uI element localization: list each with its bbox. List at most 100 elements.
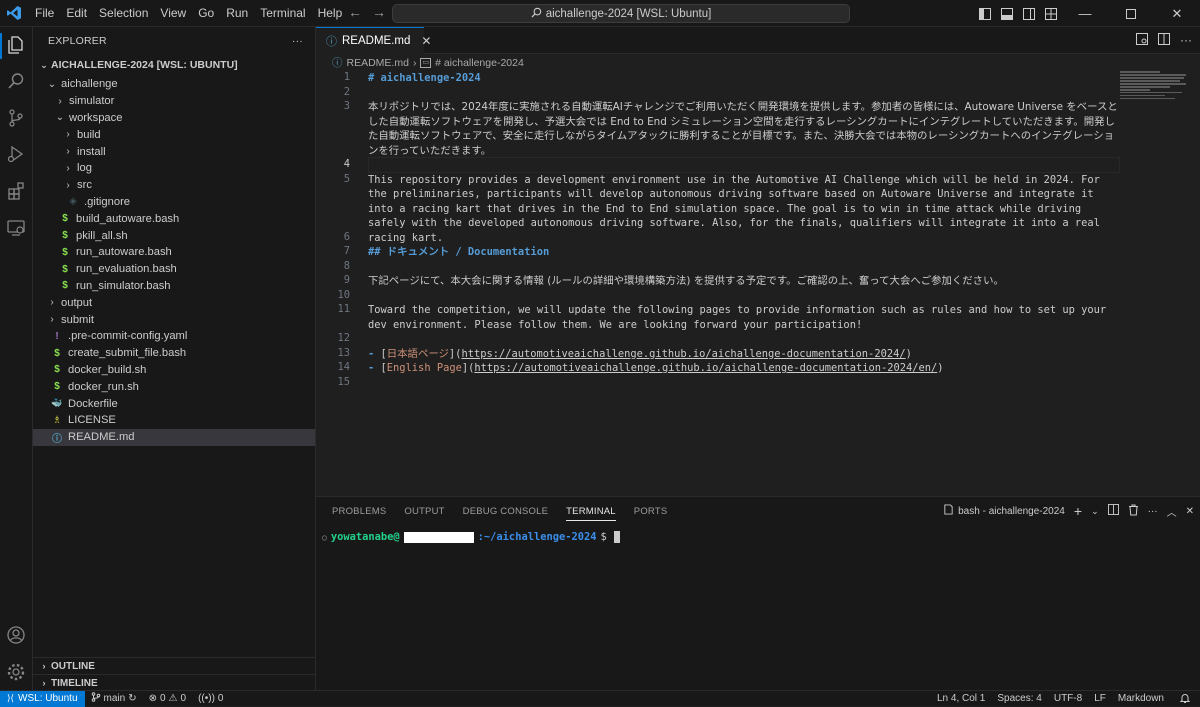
tab-output[interactable]: OUTPUT xyxy=(404,506,444,517)
workspace-root[interactable]: ⌄ AICHALLENGE-2024 [WSL: UBUNTU] xyxy=(33,54,315,76)
maximize-icon[interactable] xyxy=(1108,0,1154,27)
open-preview-icon[interactable] xyxy=(1136,33,1148,48)
tree-item-docker-run-sh[interactable]: $ docker_run.sh xyxy=(33,378,315,395)
notifications-bell-icon[interactable] xyxy=(1170,693,1200,704)
close-panel-icon[interactable]: ✕ xyxy=(1186,506,1194,517)
terminal-selector[interactable]: bash - aichallenge-2024 xyxy=(943,504,1065,518)
tree-item-label: pkill_all.sh xyxy=(76,229,128,242)
tree-item-submit[interactable]: › submit xyxy=(33,311,315,328)
chevron-down-icon[interactable]: ⌄ xyxy=(1091,506,1099,517)
more-actions-icon[interactable]: ··· xyxy=(292,35,303,47)
tree-item-src[interactable]: › src xyxy=(33,177,315,194)
search-view-icon[interactable] xyxy=(4,69,28,93)
terminal-name: bash - aichallenge-2024 xyxy=(958,505,1065,517)
tab-problems[interactable]: PROBLEMS xyxy=(332,506,386,517)
breadcrumb-symbol[interactable]: # aichallenge-2024 xyxy=(435,57,524,69)
toggle-panel-icon[interactable] xyxy=(996,7,1018,20)
menu-selection[interactable]: Selection xyxy=(93,0,154,27)
extensions-icon[interactable] xyxy=(4,179,28,203)
tree-item-build[interactable]: › build xyxy=(33,126,315,143)
tab-debug-console[interactable]: DEBUG CONSOLE xyxy=(463,506,548,517)
language-mode[interactable]: Markdown xyxy=(1112,693,1170,704)
menu-go[interactable]: Go xyxy=(192,0,220,27)
tree-item-dockerfile[interactable]: 🐳 Dockerfile xyxy=(33,395,315,412)
run-debug-icon[interactable] xyxy=(4,142,28,166)
tree-item-run-autoware-bash[interactable]: $ run_autoware.bash xyxy=(33,244,315,261)
tree-item-license[interactable]: ♗ LICENSE xyxy=(33,412,315,429)
shell-script-icon: $ xyxy=(54,364,60,376)
line-number: 5 xyxy=(343,172,350,185)
indentation[interactable]: Spaces: 4 xyxy=(991,693,1047,704)
source-control-icon[interactable] xyxy=(4,106,28,130)
vscode-logo-icon xyxy=(4,3,24,23)
menu-terminal[interactable]: Terminal xyxy=(254,0,311,27)
code-line-14: - [English Page](https://automotiveaicha… xyxy=(368,361,1118,376)
ports-indicator[interactable]: ((•)) 0 xyxy=(192,693,229,704)
customize-layout-icon[interactable] xyxy=(1040,7,1062,20)
settings-gear-icon[interactable] xyxy=(4,660,28,684)
encoding[interactable]: UTF-8 xyxy=(1048,693,1088,704)
cursor-position[interactable]: Ln 4, Col 1 xyxy=(931,693,991,704)
close-tab-icon[interactable]: ✕ xyxy=(421,34,431,48)
menu-view[interactable]: View xyxy=(154,0,192,27)
tree-item-docker-build-sh[interactable]: $ docker_build.sh xyxy=(33,362,315,379)
shell-script-icon: $ xyxy=(62,230,68,242)
link-url-english[interactable]: https://automotiveaichallenge.github.io/… xyxy=(474,362,937,374)
tree-item-readme-md[interactable]: ⓘ README.md xyxy=(33,428,315,446)
end-of-line[interactable]: LF xyxy=(1088,693,1112,704)
menu-run[interactable]: Run xyxy=(220,0,254,27)
close-window-icon[interactable]: ✕ xyxy=(1154,0,1200,27)
command-center[interactable]: aichallenge-2024 [WSL: Ubuntu] xyxy=(392,4,850,23)
remote-explorer-icon[interactable] xyxy=(4,216,28,240)
new-terminal-icon[interactable]: + xyxy=(1074,503,1082,519)
menu-help[interactable]: Help xyxy=(312,0,349,27)
tree-item-create-submit-file-bash[interactable]: $ create_submit_file.bash xyxy=(33,345,315,362)
minimap[interactable] xyxy=(1120,71,1188,111)
back-arrow-icon[interactable]: ← xyxy=(348,4,362,20)
problems-indicator[interactable]: ⊗ 0 ⚠ 0 xyxy=(143,693,192,704)
trash-icon[interactable] xyxy=(1128,504,1139,519)
maximize-panel-icon[interactable]: ︿ xyxy=(1167,504,1177,519)
menu-file[interactable]: File xyxy=(29,0,60,27)
minimize-icon[interactable]: — xyxy=(1062,0,1108,27)
toggle-secondary-sidebar-icon[interactable] xyxy=(1018,7,1040,20)
toggle-primary-sidebar-icon[interactable] xyxy=(974,7,996,20)
chevron-right-icon: › xyxy=(50,297,54,309)
accounts-icon[interactable] xyxy=(4,623,28,647)
tree-item-gitignore[interactable]: ◈ .gitignore xyxy=(33,194,315,211)
line-number: 12 xyxy=(337,332,350,344)
tab-readme[interactable]: ⓘ README.md ✕ xyxy=(316,27,431,54)
split-editor-icon[interactable] xyxy=(1158,33,1170,48)
tree-item-run-evaluation-bash[interactable]: $ run_evaluation.bash xyxy=(33,261,315,278)
forward-arrow-icon[interactable]: → xyxy=(372,4,386,20)
tree-item-label: build_autoware.bash xyxy=(76,212,180,225)
breadcrumb-file[interactable]: README.md xyxy=(347,57,409,69)
tree-item-run-simulator-bash[interactable]: $ run_simulator.bash xyxy=(33,278,315,295)
terminal-content[interactable]: ○ yowatanabe@:~/aichallenge-2024 $ xyxy=(322,531,620,543)
tree-item-simulator[interactable]: › simulator xyxy=(33,93,315,110)
breadcrumb: ⓘ README.md › ▭ # aichallenge-2024 xyxy=(316,54,1200,71)
tree-item-workspace[interactable]: ⌄ workspace xyxy=(33,110,315,127)
link-url-japanese[interactable]: https://automotiveaichallenge.github.io/… xyxy=(461,348,905,360)
line-number: 15 xyxy=(337,375,350,388)
split-terminal-icon[interactable] xyxy=(1107,504,1119,518)
tree-item-pre-commit-config-yaml[interactable]: ! .pre-commit-config.yaml xyxy=(33,328,315,345)
outline-section[interactable]: › OUTLINE xyxy=(33,657,316,674)
more-actions-icon[interactable]: ··· xyxy=(1148,506,1158,517)
explorer-icon[interactable] xyxy=(4,33,28,57)
tree-item-pkill-all-sh[interactable]: $ pkill_all.sh xyxy=(33,227,315,244)
tree-item-output[interactable]: › output xyxy=(33,294,315,311)
tree-item-aichallenge[interactable]: ⌄ aichallenge xyxy=(33,76,315,93)
tree-item-build-autoware-bash[interactable]: $ build_autoware.bash xyxy=(33,210,315,227)
remote-indicator[interactable]: ⟩⟨ WSL: Ubuntu xyxy=(0,690,85,707)
branch-indicator[interactable]: main ↻ xyxy=(85,692,143,705)
tab-ports[interactable]: PORTS xyxy=(634,506,668,517)
tree-item-log[interactable]: › log xyxy=(33,160,315,177)
menu-edit[interactable]: Edit xyxy=(60,0,93,27)
timeline-section[interactable]: › TIMELINE xyxy=(33,674,316,691)
git-file-icon: ◈ xyxy=(69,196,77,208)
tab-terminal[interactable]: TERMINAL xyxy=(566,506,616,521)
more-actions-icon[interactable]: ··· xyxy=(1180,33,1192,48)
tree-item-install[interactable]: › install xyxy=(33,143,315,160)
sync-icon[interactable]: ↻ xyxy=(128,693,136,704)
